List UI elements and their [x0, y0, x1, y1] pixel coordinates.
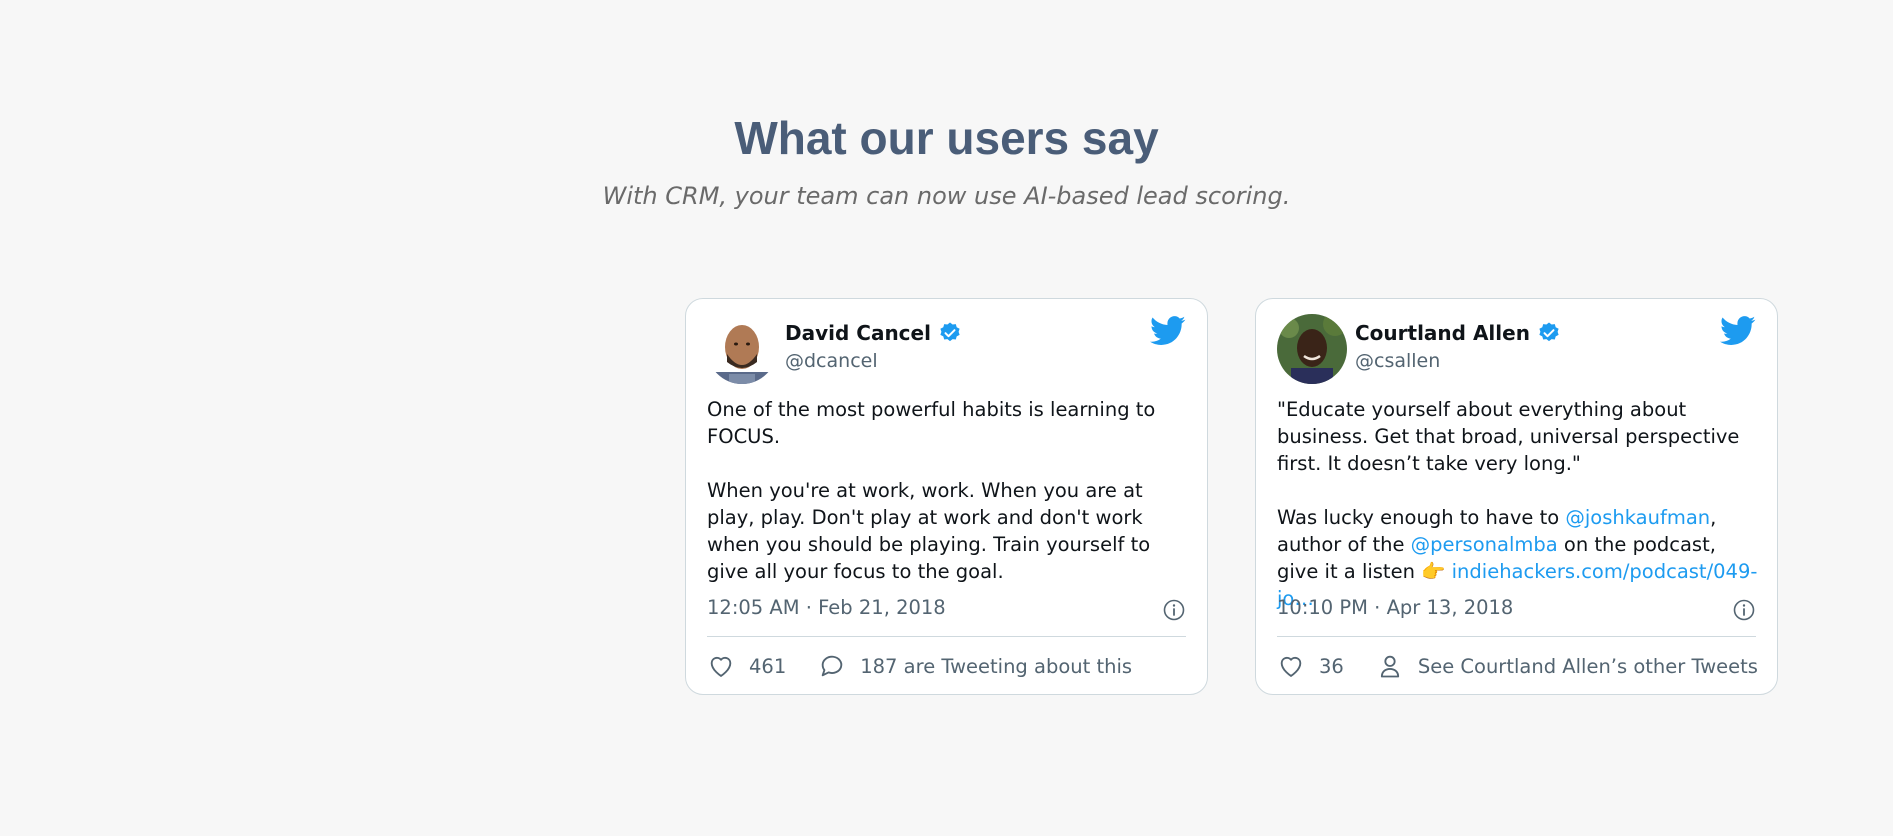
info-icon[interactable]	[1732, 598, 1756, 622]
tweet-paragraph: When you're at work, work. When you are …	[707, 479, 1151, 583]
person-icon	[1380, 655, 1399, 678]
tweet-timestamp[interactable]: 12:05 AM · Feb 21, 2018	[707, 596, 946, 619]
secondary-action-link[interactable]: 187 are Tweeting about this	[818, 652, 1132, 680]
author-name-text[interactable]: David Cancel	[785, 321, 931, 345]
reply-bubble-icon	[821, 655, 843, 677]
heart-icon	[1280, 657, 1302, 677]
secondary-action-link[interactable]: See Courtland Allen’s other Tweets	[1376, 652, 1758, 680]
tweet-timestamp[interactable]: 10:10 PM · Apr 13, 2018	[1277, 596, 1513, 619]
tweet-actions: 461 187 are Tweeting about this	[707, 652, 1164, 680]
mention-link[interactable]: @personalmba	[1411, 533, 1558, 556]
heart-icon	[710, 657, 732, 677]
author-name[interactable]: Courtland Allen	[1355, 321, 1561, 345]
twitter-logo-icon[interactable]	[1150, 315, 1186, 347]
info-icon[interactable]	[1162, 598, 1186, 622]
like-count[interactable]: 461	[749, 655, 786, 678]
section-subtitle: With CRM, your team can now use AI-based…	[602, 182, 1291, 210]
author-name[interactable]: David Cancel	[785, 321, 962, 345]
mention-link[interactable]: @joshkaufman	[1565, 506, 1710, 529]
secondary-action-label[interactable]: 187 are Tweeting about this	[860, 655, 1132, 678]
tweet-text: "Educate yourself about everything about…	[1277, 396, 1762, 612]
avatar[interactable]	[1277, 314, 1347, 384]
author-handle[interactable]: @csallen	[1355, 350, 1440, 372]
like-count[interactable]: 36	[1319, 655, 1344, 678]
author-handle[interactable]: @dcancel	[785, 350, 878, 372]
section-title: What our users say	[734, 112, 1159, 164]
tweet-paragraph: "Educate yourself about everything about…	[1277, 398, 1740, 475]
tweet-card[interactable]: Courtland Allen @csallen "Educate yourse…	[1255, 298, 1778, 695]
tweet-actions: 36 See Courtland Allen’s other Tweets	[1277, 652, 1790, 680]
secondary-action-label[interactable]: See Courtland Allen’s other Tweets	[1418, 655, 1758, 678]
like-button[interactable]: 36	[1277, 652, 1344, 680]
verified-badge-icon	[940, 322, 960, 342]
tweet-text-segment: Was lucky enough to have to	[1277, 506, 1566, 529]
twitter-logo-icon[interactable]	[1720, 315, 1756, 347]
divider	[707, 636, 1186, 637]
tweet-text: One of the most powerful habits is learn…	[707, 396, 1192, 585]
verified-badge-icon	[1539, 322, 1559, 342]
tweet-paragraph: One of the most powerful habits is learn…	[707, 398, 1156, 448]
like-button[interactable]: 461	[707, 652, 786, 680]
divider	[1277, 636, 1756, 637]
avatar[interactable]	[707, 314, 777, 384]
tweet-card[interactable]: David Cancel @dcancel One of the most po…	[685, 298, 1208, 695]
author-name-text[interactable]: Courtland Allen	[1355, 321, 1530, 345]
pointing-hand-emoji: 👉	[1421, 560, 1446, 583]
